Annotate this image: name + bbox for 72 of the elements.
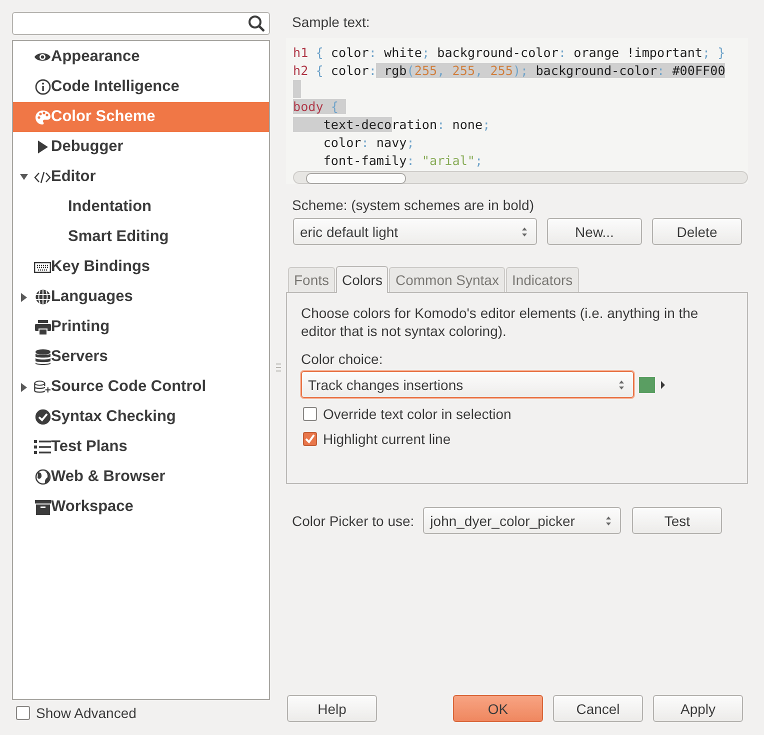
database-icon [34,348,50,366]
splitter-grip-icon[interactable] [276,363,280,372]
code-line: text-decoration: none; [293,116,748,134]
list-icon [34,439,51,455]
checkbox[interactable] [303,407,317,421]
tab[interactable]: Indicators [506,267,579,292]
field-label: Scheme: (system schemes are in bold) [292,197,535,213]
tree-item[interactable]: Code Intelligence [13,72,269,102]
color-choice-dropdown[interactable]: Track changes insertions [301,371,634,398]
code-line: color: navy; [322,134,416,152]
tree-item[interactable]: Source Code Control [13,372,269,402]
tree-item[interactable]: Test Plans [13,432,269,462]
tree-item[interactable]: Web & Browser [13,462,269,492]
check-circle-icon [34,409,50,425]
palette-icon [34,110,50,124]
tab[interactable]: Fonts [288,267,336,292]
globe-icon [34,289,50,305]
triangle-right-icon [36,140,48,154]
code-line: body { [293,98,748,116]
expanded-arrow-icon[interactable] [20,174,28,180]
collapsed-arrow-icon[interactable] [20,382,26,392]
checkbox[interactable] [303,432,317,446]
database-plus-icon [34,380,51,394]
caret-icon[interactable] [661,380,665,388]
code-line: h1 { color: white; background-color: orange !important; } [293,44,726,62]
dialog-button[interactable]: Help [287,695,377,722]
tree-item[interactable]: Servers [13,342,269,372]
search-field[interactable] [12,12,270,35]
test-button[interactable]: Test [632,507,722,534]
checkbox-label: Override text color in selection [323,406,512,422]
tab[interactable]: Colors [336,266,388,293]
tree-item[interactable]: Printing [13,312,269,342]
code-line: h2 { color: rgb(255, 255, 255); background-color: #00FF00 [293,62,726,80]
tree-item[interactable]: Appearance [13,42,269,72]
tab[interactable]: Common Syntax [389,267,505,292]
horizontal-scrollbar[interactable] [293,171,748,184]
archive-box-icon [34,500,50,514]
scheme-dropdown[interactable]: eric default light [293,218,537,245]
color-swatch[interactable] [639,376,655,392]
checkbox-label: Highlight current line [323,431,451,447]
tree-item[interactable]: Smart Editing [13,222,269,252]
tree-item[interactable]: Workspace [13,492,269,522]
printer-icon [34,320,50,334]
code-line: font-family: "arial"; [322,152,484,170]
section-label: Sample text: [292,14,371,30]
description-text: Choose colors for Komodo's editor elements (i.e. anything in the editor that is not syntax coloring). [301,304,700,340]
tree-item[interactable]: Debugger [13,132,269,162]
code-brackets-icon [34,170,51,184]
checkbox-label: Show Advanced [36,705,136,721]
search-icon [248,15,265,32]
field-label: Color choice: [301,351,384,367]
eye-icon [34,51,51,63]
collapsed-arrow-icon[interactable] [20,292,26,302]
tree-item[interactable]: Editor [13,162,269,192]
info-icon [34,79,50,95]
tree-item[interactable]: Languages [13,282,269,312]
dialog-button[interactable]: OK [453,695,543,722]
keyboard-icon [34,262,51,272]
field-label: Color Picker to use: [292,512,414,528]
dialog-button[interactable]: Apply [653,695,743,722]
tree-item[interactable]: Key Bindings [13,252,269,282]
tree-item[interactable]: Syntax Checking [13,402,269,432]
action-button[interactable]: Delete [652,218,742,245]
spinner-arrows-icon [618,378,625,390]
action-button[interactable]: New... [547,218,642,245]
globe-icon [34,469,50,485]
spinner-arrows-icon [605,514,612,526]
checkbox[interactable] [16,706,30,720]
dialog-button[interactable]: Cancel [553,695,643,722]
spinner-arrows-icon [521,226,528,238]
color-picker-dropdown[interactable]: john_dyer_color_picker [423,507,622,534]
tree-item[interactable]: Indentation [13,192,269,222]
